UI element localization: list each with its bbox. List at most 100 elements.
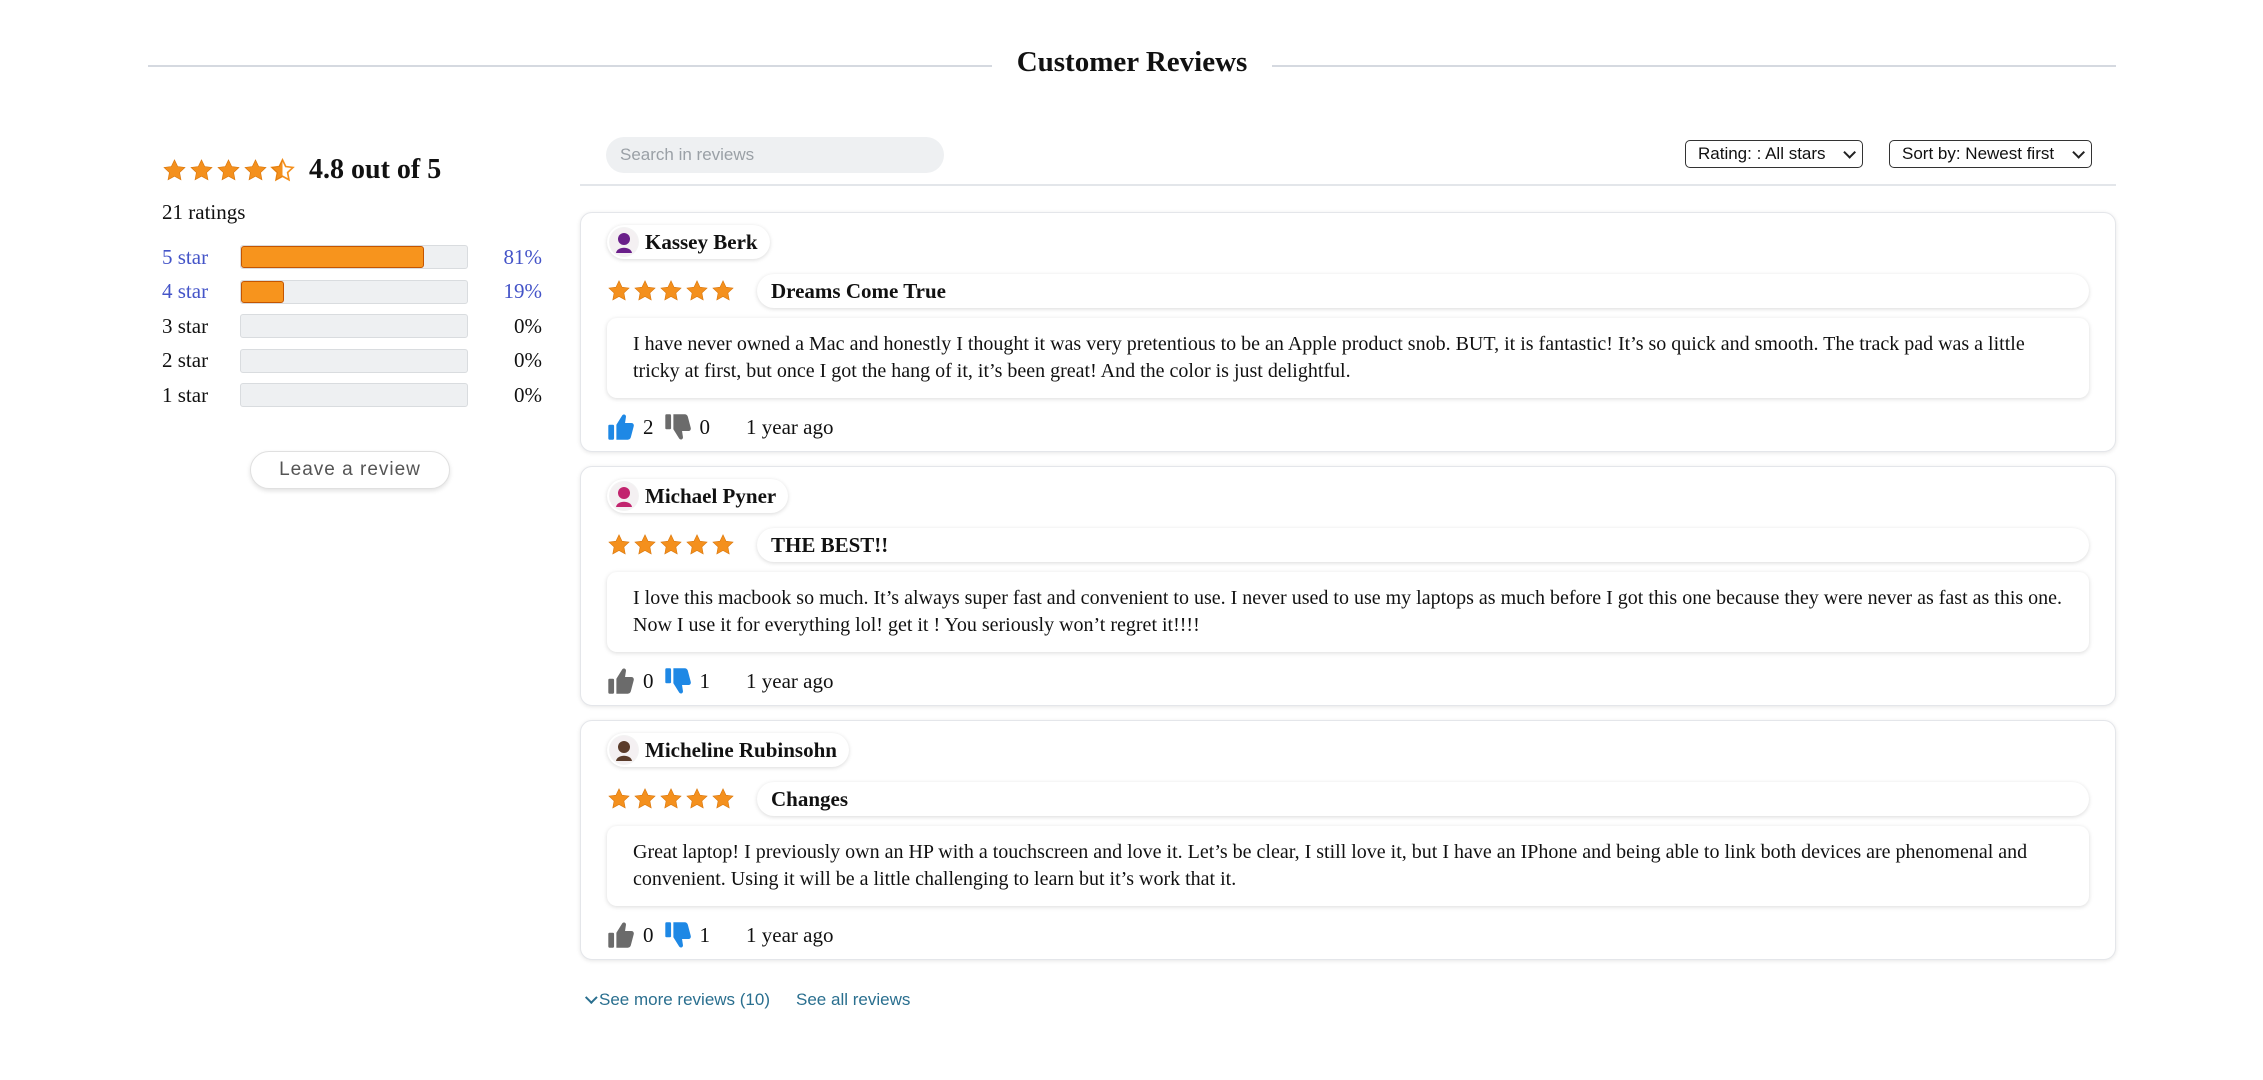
section-header: Customer Reviews [148,42,2116,90]
like-count: 0 [643,922,654,947]
histogram-row[interactable]: 4 star 19% [162,275,542,310]
like-button[interactable] [607,666,635,696]
star-icon [634,280,656,301]
review-stars [607,787,735,811]
avatar-icon [609,227,639,257]
histogram-row: 3 star 0% [162,309,542,344]
star-icon [634,534,656,555]
review-author: Kassey Berk [607,225,770,259]
chevron-down-icon [584,991,598,1005]
histogram-percent: 0% [514,348,542,373]
star-icon [712,280,734,301]
thumb-up-icon[interactable] [607,666,635,696]
star-icon [712,788,734,809]
review-rating-row: Dreams Come True [607,274,2089,308]
like-button[interactable] [607,920,635,950]
histogram-label: 2 star [162,348,209,373]
dislike-count: 1 [699,668,711,693]
avatar-icon [609,481,639,511]
review-list: Kassey Berk Dreams Come True I have never … [580,212,2116,974]
avatar-icon [609,735,639,765]
star-icon [244,158,267,180]
histogram-bar-fill [241,280,284,303]
histogram-label: 3 star [162,313,209,338]
dislike-button[interactable] [664,920,692,950]
histogram-row[interactable]: 5 star 81% [162,240,542,275]
star-icon [686,534,708,555]
histogram-label[interactable]: 5 star [162,245,240,270]
star-icon [660,534,682,555]
histogram-percent[interactable]: 19% [468,279,543,304]
histogram-bar [240,383,468,408]
star-icon [163,158,186,180]
histogram-bar [240,279,468,304]
histogram-bar [240,245,468,270]
star-icon [660,280,682,301]
thumb-up-icon[interactable] [607,920,635,950]
ratings-count: 21 ratings [162,200,246,224]
review-body: Great laptop! I previously own an HP wit… [607,826,2089,906]
chevron-down-icon [2072,145,2085,159]
star-icon [608,280,630,301]
thumb-up-icon[interactable] [607,412,635,442]
see-more-reviews-link[interactable]: See more reviews (10) [580,990,770,1010]
rating-histogram: 5 star 81% 4 star 19% 3 star 0% 2 star 0% 1 star… [162,240,542,413]
review-author: Michael Pyner [607,479,789,513]
star-icon [608,534,630,555]
star-icon [634,788,656,809]
histogram-row: 2 star 0% [162,344,542,379]
star-icon [608,788,630,809]
dislike-button[interactable] [664,412,692,442]
star-icon [712,534,734,555]
review-timestamp: 1 year ago [746,668,834,693]
star-icon [660,788,682,809]
sort-select[interactable]: Sort by: Newest first [1889,140,2092,168]
review-author-name: Kassey Berk [645,229,758,254]
star-icon [686,788,708,809]
histogram-row: 1 star 0% [162,378,542,413]
review-rating-row: Changes [607,782,2089,816]
like-button[interactable] [607,412,635,442]
average-stars [162,157,295,183]
histogram-percent: 0% [514,382,542,407]
rating-filter-value: Rating: : All stars [1698,144,1826,163]
thumb-down-icon[interactable] [664,920,692,950]
review-meta: 0 1 1 year ago [607,918,2089,952]
see-more-reviews-label: See more reviews (10) [599,990,771,1009]
like-count: 2 [643,414,654,439]
thumb-down-icon[interactable] [664,412,692,442]
review-author-name: Micheline Rubinsohn [645,737,837,762]
review-title: Changes [757,782,2089,816]
review-author: Micheline Rubinsohn [607,733,849,767]
review-title: Dreams Come True [757,274,2089,308]
review-stars [607,279,735,303]
review-rating-row: THE BEST!! [607,528,2089,562]
thumb-down-icon[interactable] [664,666,692,696]
half-star-icon [270,157,295,181]
see-all-reviews-link[interactable]: See all reviews [796,990,910,1010]
review-timestamp: 1 year ago [746,922,834,947]
histogram-percent[interactable]: 81% [468,245,543,270]
histogram-label[interactable]: 4 star [162,279,240,304]
leave-review-button[interactable]: Leave a review [250,450,450,489]
histogram-percent: 0% [514,313,542,338]
rating-summary: 4.8 out of 5 21 ratings 5 star 81% 4 star 1… [162,150,542,489]
star-icon [190,158,213,180]
review-footer-links: See more reviews (10) See all reviews [580,990,910,1010]
like-count: 0 [643,668,654,693]
reviews-toolbar: Rating: : All stars Sort by: Newest firs… [580,134,2116,186]
review-card: Kassey Berk Dreams Come True I have never … [580,212,2116,452]
dislike-count: 0 [699,414,711,439]
review-title: THE BEST!! [757,528,2089,562]
histogram-bar [240,348,468,373]
review-card: Michael Pyner THE BEST!! I love this macbo… [580,466,2116,706]
review-author-name: Michael Pyner [645,483,777,508]
star-icon [686,280,708,301]
review-meta: 0 1 1 year ago [607,664,2089,698]
page-title: Customer Reviews [1016,46,1248,78]
rating-filter-select[interactable]: Rating: : All stars [1685,140,1863,168]
search-input[interactable] [606,137,944,173]
review-card: Micheline Rubinsohn Changes Great laptop! … [580,720,2116,960]
dislike-button[interactable] [664,666,692,696]
review-body: I love this macbook so much. It’s always… [607,572,2089,652]
